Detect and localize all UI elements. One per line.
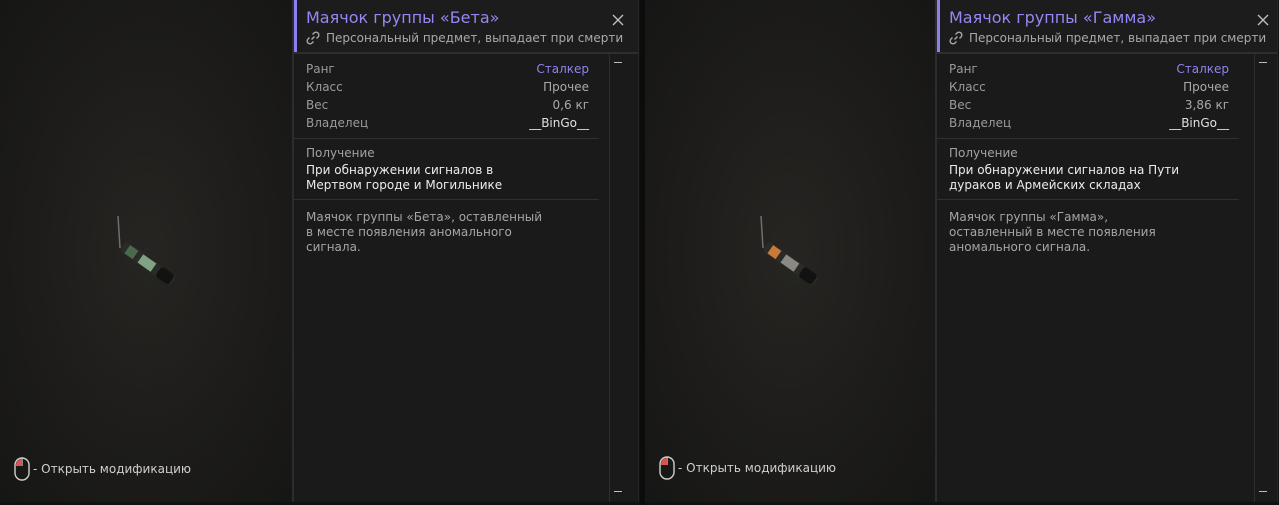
stat-weight: Вес 0,6 кг <box>306 96 589 114</box>
item-title: Маячок группы «Бета» <box>306 8 500 27</box>
scroll-top-tick <box>1259 62 1267 63</box>
obtain-label: Получение <box>306 146 375 160</box>
obtain-section: Получение При обнаружении сигналов на Пу… <box>937 139 1239 200</box>
description-section: Маячок группы «Бета», оставленный в мест… <box>294 200 599 261</box>
open-mod-label: - Открыть модификацию <box>678 461 837 475</box>
item-info-card: Маячок группы «Бета» Персональный предме… <box>294 0 639 502</box>
stat-label: Класс <box>306 80 343 94</box>
item-subtitle: Персональный предмет, выпадает при смерт… <box>306 31 623 45</box>
obtain-text: При обнаружении сигналов в Мертвом город… <box>306 163 503 192</box>
description-text: Маячок группы «Гамма», оставленный в мес… <box>949 210 1156 254</box>
stat-value: Сталкер <box>1176 62 1229 76</box>
open-mod-label: - Открыть модификацию <box>33 462 192 476</box>
subtitle-text: Персональный предмет, выпадает при смерт… <box>326 31 624 45</box>
scroll-bottom-tick <box>1259 491 1267 492</box>
item-panel-gamma: - Открыть модификацию Маячок группы «Гам… <box>645 0 1279 505</box>
subtitle-text: Персональный предмет, выпадает при смерт… <box>969 31 1267 45</box>
card-body: Ранг Сталкер Класс Прочее Вес 3,86 кг Вл… <box>937 54 1239 261</box>
close-icon[interactable] <box>610 12 626 28</box>
obtain-label: Получение <box>949 146 1018 160</box>
item-panel-beta: - Открыть модификацию Маячок группы «Бет… <box>0 0 640 505</box>
item-3d-viewer[interactable]: - Открыть модификацию <box>0 0 292 502</box>
stat-label: Класс <box>949 80 986 94</box>
link-icon <box>306 31 320 45</box>
obtain-text: При обнаружении сигналов на Пути дураков… <box>949 163 1180 192</box>
stat-label: Ранг <box>306 62 335 76</box>
stats-section: Ранг Сталкер Класс Прочее Вес 3,86 кг Вл… <box>937 54 1239 139</box>
link-icon <box>949 31 963 45</box>
scrollbar[interactable] <box>609 54 626 502</box>
stat-value: Прочее <box>1183 80 1229 94</box>
description-section: Маячок группы «Гамма», оставленный в мес… <box>937 200 1239 261</box>
stat-value: Прочее <box>543 80 589 94</box>
mouse-icon <box>14 457 30 481</box>
card-header: Маячок группы «Гамма» Персональный предм… <box>937 0 1277 54</box>
scrollbar[interactable] <box>1254 54 1271 502</box>
stat-label: Владелец <box>949 116 1012 130</box>
stat-label: Вес <box>306 98 329 112</box>
scroll-bottom-tick <box>614 491 622 492</box>
open-mod-hint[interactable]: - Открыть модификацию <box>659 456 836 480</box>
stat-value: Сталкер <box>536 62 589 76</box>
stat-value: __BinGo__ <box>1169 116 1229 130</box>
accent-bar <box>937 0 940 52</box>
beacon-image <box>760 215 819 285</box>
stat-label: Ранг <box>949 62 978 76</box>
item-info-card: Маячок группы «Гамма» Персональный предм… <box>937 0 1278 502</box>
card-body: Ранг Сталкер Класс Прочее Вес 0,6 кг Вла… <box>294 54 599 261</box>
item-3d-viewer[interactable]: - Открыть модификацию <box>645 0 935 502</box>
mouse-icon <box>659 456 675 480</box>
description-text: Маячок группы «Бета», оставленный в мест… <box>306 210 543 254</box>
close-icon[interactable] <box>1255 12 1271 28</box>
stats-section: Ранг Сталкер Класс Прочее Вес 0,6 кг Вла… <box>294 54 599 139</box>
stat-owner: Владелец __BinGo__ <box>949 114 1229 132</box>
item-title: Маячок группы «Гамма» <box>949 8 1156 27</box>
stat-owner: Владелец __BinGo__ <box>306 114 589 132</box>
stat-label: Владелец <box>306 116 369 130</box>
stat-label: Вес <box>949 98 972 112</box>
obtain-section: Получение При обнаружении сигналов в Мер… <box>294 139 599 200</box>
stat-class: Класс Прочее <box>949 78 1229 96</box>
accent-bar <box>294 0 297 52</box>
beacon-image <box>117 215 176 285</box>
stat-rank: Ранг Сталкер <box>949 60 1229 78</box>
item-subtitle: Персональный предмет, выпадает при смерт… <box>949 31 1266 45</box>
stat-value: 3,86 кг <box>1184 98 1229 112</box>
open-mod-hint[interactable]: - Открыть модификацию <box>14 457 191 481</box>
card-header: Маячок группы «Бета» Персональный предме… <box>294 0 638 54</box>
scroll-top-tick <box>614 62 622 63</box>
stat-value: __BinGo__ <box>529 116 589 130</box>
stat-value: 0,6 кг <box>552 98 589 112</box>
stat-weight: Вес 3,86 кг <box>949 96 1229 114</box>
stat-rank: Ранг Сталкер <box>306 60 589 78</box>
stat-class: Класс Прочее <box>306 78 589 96</box>
